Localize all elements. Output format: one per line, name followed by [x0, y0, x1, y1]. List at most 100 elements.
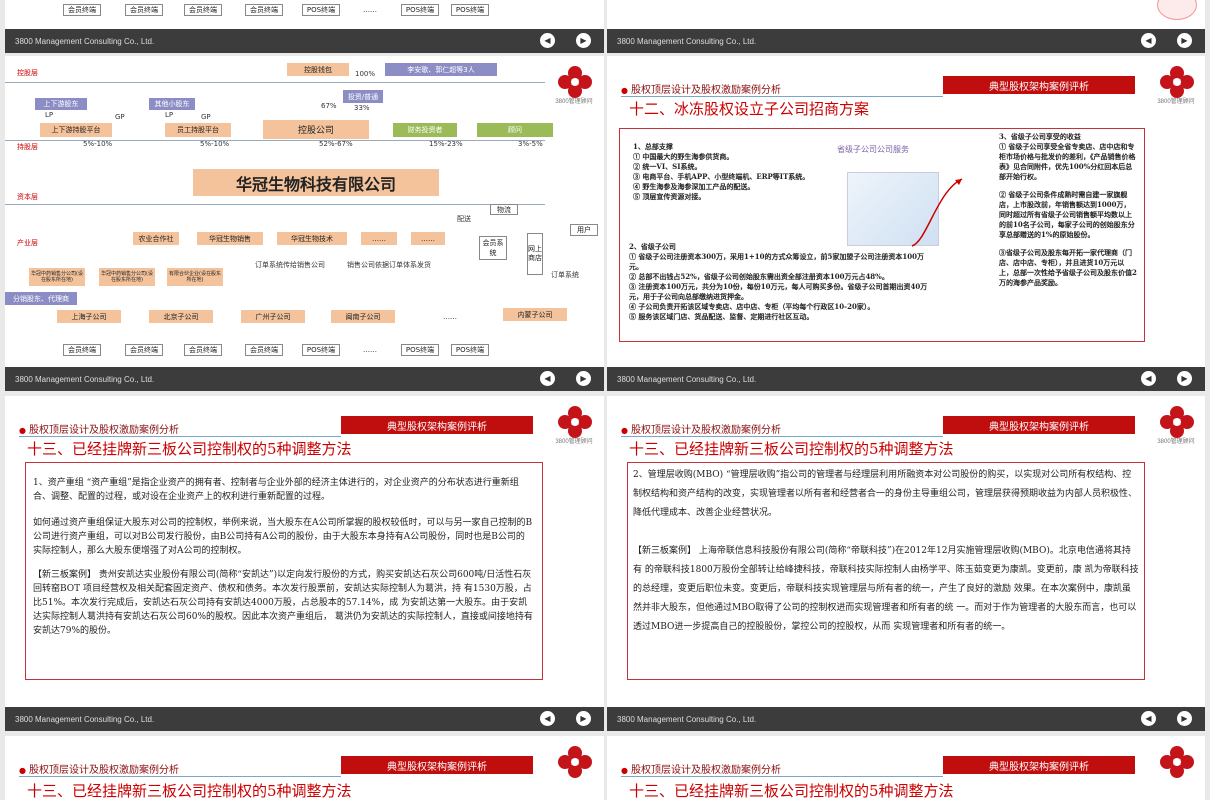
gp-label: GP	[201, 113, 211, 121]
financial-investor-box[interactable]: 财务投资者	[393, 123, 457, 137]
terminal-box[interactable]: POS终端	[401, 344, 439, 356]
next-slide-button[interactable]: ▶	[1177, 371, 1192, 386]
terminal-box[interactable]: 会员终端	[245, 4, 283, 16]
branch-box[interactable]: 有限合伙企业(设在股东所在地)	[167, 268, 223, 286]
distributor-box[interactable]: 分销股东、代理商	[5, 292, 77, 305]
terminal-box[interactable]: POS终端	[401, 4, 439, 16]
terminal-box[interactable]: 会员终端	[125, 344, 163, 356]
pct-33: 33%	[354, 104, 370, 112]
slide-subsidiary-plan[interactable]: 3800管理顾问 股权顶层设计及股权激励案例分析 典型股权架构案例评析 十二、冰…	[607, 56, 1205, 391]
page-title: 十二、冰冻股权设立子公司招商方案	[629, 100, 870, 118]
terminal-box[interactable]: 会员终端	[184, 4, 222, 16]
slide-partial-left[interactable]: 股权顶层设计及股权激励案例分析 典型股权架构案例评析 十三、已经挂牌新三板公司控…	[5, 736, 604, 800]
industry-box[interactable]: ……	[361, 232, 397, 245]
header-right: 典型股权架构案例评析	[341, 756, 533, 774]
advisor-box[interactable]: 顾问	[477, 123, 553, 137]
gp-label: GP	[115, 113, 125, 121]
terminal-box[interactable]: 会员终端	[63, 4, 101, 16]
users-box[interactable]: 用户	[570, 224, 598, 236]
lp-label: LP	[165, 111, 174, 119]
upstream-platform-box[interactable]: 上下游持股平台	[40, 123, 112, 137]
next-slide-button[interactable]: ▶	[576, 371, 591, 386]
company-box[interactable]: 华冠生物科技有限公司	[193, 169, 439, 196]
paragraph-3: 【新三板案例】 贵州安凯达实业股份有限公司(简称“安凯达”)以定向发行股份的方式…	[33, 570, 533, 636]
industry-box[interactable]: 华冠生物销售	[197, 232, 263, 245]
industry-box[interactable]: 农业合作社	[133, 232, 179, 245]
terminal-box[interactable]: POS终端	[302, 344, 340, 356]
prev-slide-button[interactable]: ◀	[540, 33, 555, 48]
list-item: ③ 电商平台、手机APP、小型终端机、ERP等IT系统。	[633, 172, 810, 181]
logo-icon	[553, 741, 597, 785]
next-slide-button[interactable]: ▶	[576, 33, 591, 48]
page-title: 十三、已经挂牌新三板公司控制权的5种调整方法	[629, 782, 954, 800]
prev-slide-button[interactable]: ◀	[1141, 33, 1156, 48]
gp-box[interactable]: 投资/普通	[343, 90, 383, 103]
header-left: 股权顶层设计及股权激励案例分析	[621, 81, 781, 96]
prev-slide-button[interactable]: ◀	[540, 711, 555, 726]
industry-layer-label: 产业层	[17, 239, 38, 247]
section-2: 2、省级子公司 ① 省级子公司注册资本300万，采用1+10的方式众筹设立，前5家…	[629, 242, 935, 322]
section-3: 3、省级子公司享受的收益 ① 省级子公司享受全省专卖店、店中店和专柜市场价格与批发…	[999, 132, 1137, 288]
prev-slide-button[interactable]: ◀	[1141, 371, 1156, 386]
family-box[interactable]: 李安歌、郭仁超等3人	[385, 63, 497, 76]
terminal-box[interactable]: ……	[355, 344, 385, 356]
paragraph-1: 2、管理层收购(MBO) “管理层收购”指公司的管理者与经理层利用所融资本对公司…	[633, 470, 1138, 518]
logo-text: 3800管理顾问	[1157, 99, 1195, 105]
pct-range: 3%-5%	[518, 140, 543, 148]
subsidiary-box[interactable]: 内蒙子公司	[503, 308, 567, 321]
header-right: 典型股权架构案例评析	[341, 416, 533, 434]
subsidiary-box[interactable]: 上海子公司	[57, 310, 121, 323]
holding-wallet-box[interactable]: 控股钱包	[287, 63, 349, 76]
slide-strip-right: 3800 Management Consulting Co., Ltd. ◀ ▶	[607, 0, 1205, 53]
terminal-box[interactable]: ……	[355, 4, 385, 16]
footer-text: 3800 Management Consulting Co., Ltd.	[617, 374, 757, 384]
online-store-box[interactable]: 网上商店	[527, 233, 543, 275]
subsidiary-box[interactable]: 闽南子公司	[331, 310, 395, 323]
pct-range: 52%-67%	[319, 140, 353, 148]
logistics-box[interactable]: 物流	[490, 204, 518, 215]
terminal-box[interactable]: 会员终端	[184, 344, 222, 356]
list-item: ② 总部不出钱占52%，省级子公司创始股东需出资全部注册资本100万元占48%。	[629, 272, 889, 281]
next-slide-button[interactable]: ▶	[576, 711, 591, 726]
terminal-box[interactable]: 会员终端	[63, 344, 101, 356]
prev-slide-button[interactable]: ◀	[1141, 711, 1156, 726]
footer-text: 3800 Management Consulting Co., Ltd.	[15, 36, 155, 46]
slide-org-chart[interactable]: 3800管理顾问 控股层 持股层 资本层 产业层 控股钱包 100% 李安歌、郭…	[5, 56, 604, 391]
page-title: 十三、已经挂牌新三板公司控制权的5种调整方法	[27, 782, 352, 800]
terminal-box[interactable]: POS终端	[451, 344, 489, 356]
holding-company-box[interactable]: 控股公司	[263, 120, 369, 139]
branch-box[interactable]: 华冠中药销售分公司(设在股东所在地)	[29, 268, 85, 286]
next-slide-button[interactable]: ▶	[1177, 711, 1192, 726]
order-note: 订单系统传给销售公司	[255, 261, 325, 269]
pct-67: 67%	[321, 102, 337, 110]
branch-box[interactable]: 华冠中药销售分公司(设在股东所在地)	[99, 268, 155, 286]
terminal-box[interactable]: 会员终端	[125, 4, 163, 16]
order-note: 销售公司依据订单体系发货	[347, 261, 431, 269]
footer-text: 3800 Management Consulting Co., Ltd.	[15, 374, 155, 384]
other-small-shareholder-box[interactable]: 其他小股东	[149, 98, 195, 110]
list-item: ③省级子公司及股东每开拓一家代理商（门店、店中店、专柜），并且进货10万元以上，…	[999, 248, 1137, 287]
terminal-box[interactable]: POS终端	[451, 4, 489, 16]
slide-asset-restructure[interactable]: 3800管理顾问 股权顶层设计及股权激励案例分析 典型股权架构案例评析 十三、已…	[5, 396, 604, 731]
logo-text: 3800管理顾问	[555, 99, 593, 105]
slide-mbo[interactable]: 3800管理顾问 股权顶层设计及股权激励案例分析 典型股权架构案例评析 十三、已…	[607, 396, 1205, 731]
page-title: 十三、已经挂牌新三板公司控制权的5种调整方法	[27, 440, 352, 458]
upstream-shareholder-box[interactable]: 上下游股东	[35, 98, 87, 110]
next-slide-button[interactable]: ▶	[1177, 33, 1192, 48]
prev-slide-button[interactable]: ◀	[540, 371, 555, 386]
footer-text: 3800 Management Consulting Co., Ltd.	[617, 714, 757, 724]
slide-footer: 3800 Management Consulting Co., Ltd. ◀ ▶	[5, 367, 604, 391]
terminal-box[interactable]: 会员终端	[245, 344, 283, 356]
list-item: ④ 子公司负责开拓该区域专卖店、店中店、专柜（平均每个行政区10-20家）。	[629, 302, 875, 311]
industry-box[interactable]: 华冠生物技术	[277, 232, 347, 245]
member-system-box[interactable]: 会员系统	[479, 236, 507, 260]
staff-platform-box[interactable]: 员工持股平台	[165, 123, 231, 137]
terminal-box[interactable]: POS终端	[302, 4, 340, 16]
list-item: ⑤ 服务该区域门店、货品配送、监督、定期进行社区互动。	[629, 312, 814, 321]
paragraph-1: 1、资产重组 “资产重组”是指企业资产的拥有者、控制者与企业外部的经济主体进行的…	[33, 478, 519, 502]
subsidiary-box[interactable]: 广州子公司	[241, 310, 305, 323]
industry-box[interactable]: ……	[411, 232, 445, 245]
slide-partial-right[interactable]: 股权顶层设计及股权激励案例分析 典型股权架构案例评析 十三、已经挂牌新三板公司控…	[607, 736, 1205, 800]
subsidiary-box[interactable]: ……	[435, 310, 465, 323]
subsidiary-box[interactable]: 北京子公司	[149, 310, 213, 323]
